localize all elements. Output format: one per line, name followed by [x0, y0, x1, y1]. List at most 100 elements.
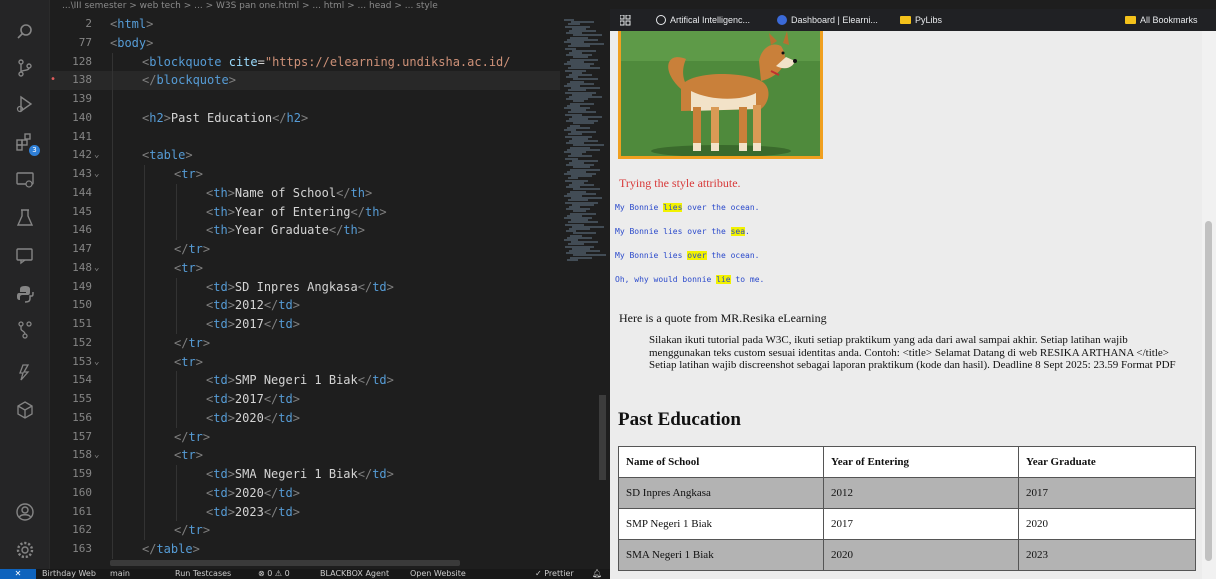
code-line[interactable]: 163 </table>: [50, 540, 560, 559]
indent-guide: [144, 502, 145, 522]
code-text[interactable]: <html>: [110, 15, 153, 34]
accounts-flow-icon[interactable]: [13, 318, 37, 342]
notifications-bell-icon[interactable]: 🔔︎: [592, 569, 602, 579]
code-line[interactable]: 154 <td>SMP Negeri 1 Biak</td>: [50, 371, 560, 390]
code-line[interactable]: 77 <body>: [50, 34, 560, 53]
settings-gear-icon[interactable]: [13, 538, 37, 562]
code-line[interactable]: 142 ⌄ <table>: [50, 146, 560, 165]
run-debug-icon[interactable]: [13, 92, 37, 116]
code-text[interactable]: <td>2020</td>: [206, 484, 300, 503]
code-text[interactable]: </tr>: [174, 240, 210, 259]
code-text[interactable]: </blockquote>: [142, 71, 236, 90]
code-text[interactable]: <h2>Past Education</h2>: [142, 109, 308, 128]
code-text[interactable]: <tr>: [174, 165, 203, 184]
code-text[interactable]: <td>SMP Negeri 1 Biak</td>: [206, 371, 394, 390]
extensions-icon[interactable]: 3: [13, 130, 40, 156]
code-text[interactable]: </table>: [142, 540, 200, 559]
code-line[interactable]: 146 <th>Year Graduate</th>: [50, 221, 560, 240]
code-text[interactable]: <td>2012</td>: [206, 296, 300, 315]
code-area[interactable]: 2 <html> 77 <body> 128 <blockquote cite="http…: [50, 15, 560, 567]
code-line[interactable]: 159 <td>SMA Negeri 1 Biak</td>: [50, 465, 560, 484]
code-line[interactable]: 145 <th>Year of Entering</th>: [50, 202, 560, 222]
code-line[interactable]: 144 <th>Name of School</th>: [50, 183, 560, 203]
breadcrumb[interactable]: ...\III semester > web tech > ... > W3S …: [50, 0, 605, 15]
bookmark-pylibs[interactable]: PyLibs: [900, 9, 942, 31]
fold-chevron-icon[interactable]: ⌄: [94, 146, 104, 165]
code-text[interactable]: <th>Name of School</th>: [206, 184, 372, 203]
bookmark-ai[interactable]: Artifical Intelligenc...: [656, 9, 750, 31]
status-item-open-website[interactable]: Open Website: [410, 569, 466, 579]
table-cell: SMA Negeri 1 Biak: [618, 539, 824, 571]
code-text[interactable]: <td>SMA Negeri 1 Biak</td>: [206, 465, 394, 484]
bonnie-line-2-highlight: sea: [730, 227, 746, 236]
code-line[interactable]: 153 ⌄ <tr>: [50, 352, 560, 372]
all-bookmarks-button[interactable]: All Bookmarks: [1125, 9, 1198, 31]
python-icon[interactable]: [13, 282, 37, 306]
code-text[interactable]: <body>: [110, 34, 153, 53]
code-text[interactable]: <tr>: [174, 259, 203, 278]
fold-chevron-icon[interactable]: ⌄: [94, 259, 104, 278]
code-text[interactable]: <td>2023</td>: [206, 503, 300, 522]
code-line[interactable]: 162 </tr>: [50, 521, 560, 540]
code-line[interactable]: 151 <td>2017</td>: [50, 315, 560, 334]
code-text[interactable]: <table>: [142, 146, 193, 165]
status-item-problems[interactable]: ⊗ 0 ⚠ 0: [258, 569, 290, 579]
code-text[interactable]: <tr>: [174, 446, 203, 465]
code-line[interactable]: 147 </tr>: [50, 240, 560, 259]
code-text[interactable]: </tr>: [174, 428, 210, 447]
code-line[interactable]: 2 <html>: [50, 15, 560, 34]
testing-icon[interactable]: [13, 206, 37, 230]
code-text[interactable]: <td>2020</td>: [206, 409, 300, 428]
code-line[interactable]: 128 <blockquote cite="https://elearning.u…: [50, 52, 560, 72]
code-line[interactable]: 152 </tr>: [50, 333, 560, 353]
code-line[interactable]: 157 </tr>: [50, 427, 560, 447]
status-item-project[interactable]: Birthday Web: [42, 569, 96, 579]
page-scrollbar-thumb[interactable]: [1205, 221, 1212, 561]
status-item-run-testcases[interactable]: Run Testcases: [175, 569, 231, 579]
code-text[interactable]: <td>SD Inpres Angkasa</td>: [206, 278, 394, 297]
code-line[interactable]: 148 ⌄ <tr>: [50, 258, 560, 278]
status-item-blackbox-agent[interactable]: BLACKBOX Agent: [320, 569, 389, 579]
code-text[interactable]: </tr>: [174, 334, 210, 353]
code-line[interactable]: 160 <td>2020</td>: [50, 483, 560, 503]
chat-icon[interactable]: [13, 244, 37, 268]
database-icon[interactable]: [13, 398, 37, 422]
code-text[interactable]: <tr>: [174, 353, 203, 372]
status-item-branch[interactable]: main: [110, 569, 130, 579]
indent-guide: [144, 221, 145, 240]
indent-guide: [144, 296, 145, 315]
remote-indicator-button[interactable]: ✕: [0, 569, 36, 579]
fold-chevron-icon[interactable]: ⌄: [94, 446, 104, 465]
editor-vertical-scrollbar[interactable]: [599, 395, 606, 480]
apps-grid-icon[interactable]: [620, 9, 631, 31]
code-line[interactable]: 141: [50, 127, 560, 147]
code-line[interactable]: 149 <td>SD Inpres Angkasa</td>: [50, 277, 560, 297]
account-icon[interactable]: [13, 500, 37, 524]
code-line[interactable]: 156 <td>2020</td>: [50, 408, 560, 428]
editor-horizontal-scrollbar[interactable]: [110, 560, 460, 566]
code-line[interactable]: • 138 </blockquote>: [50, 71, 560, 90]
code-line[interactable]: 158 ⌄ <tr>: [50, 446, 560, 465]
code-text[interactable]: <blockquote cite="https://elearning.undi…: [142, 53, 511, 72]
code-line[interactable]: 155 <td>2017</td>: [50, 390, 560, 409]
code-text[interactable]: <td>2017</td>: [206, 315, 300, 334]
source-control-icon[interactable]: [13, 56, 37, 80]
search-icon[interactable]: [13, 20, 37, 44]
fold-chevron-icon[interactable]: ⌄: [94, 165, 104, 184]
page-scrollbar[interactable]: [1202, 31, 1216, 579]
code-line[interactable]: 139: [50, 90, 560, 109]
remote-explorer-icon[interactable]: [13, 168, 37, 192]
code-text[interactable]: <th>Year Graduate</th>: [206, 221, 365, 240]
fold-chevron-icon[interactable]: ⌄: [94, 353, 104, 372]
code-line[interactable]: 140 <h2>Past Education</h2>: [50, 108, 560, 128]
code-text[interactable]: <th>Year of Entering</th>: [206, 203, 387, 222]
code-text[interactable]: </tr>: [174, 521, 210, 540]
indent-guide: [144, 427, 145, 447]
code-text[interactable]: <td>2017</td>: [206, 390, 300, 409]
copilot-icon[interactable]: [13, 360, 37, 384]
code-line[interactable]: 143 ⌄ <tr>: [50, 165, 560, 184]
code-line[interactable]: 161 <td>2023</td>: [50, 502, 560, 522]
bookmark-dashboard[interactable]: Dashboard | Elearni...: [777, 9, 878, 31]
status-item-prettier[interactable]: ✓ Prettier: [535, 569, 574, 579]
code-line[interactable]: 150 <td>2012</td>: [50, 296, 560, 315]
